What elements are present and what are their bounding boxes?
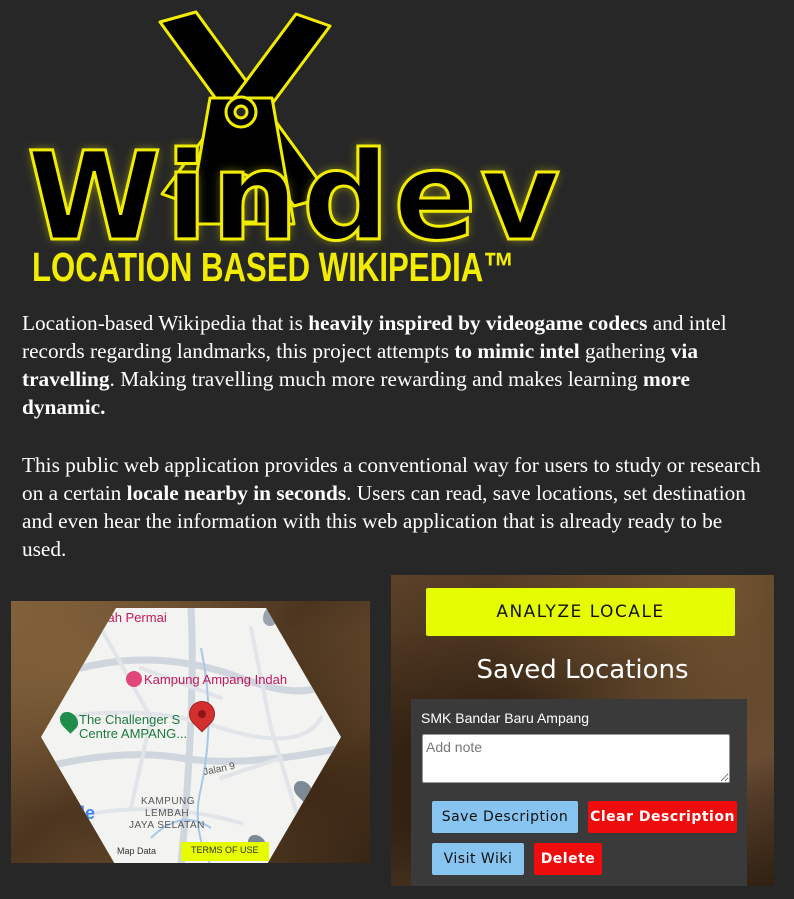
marker-dot bbox=[198, 710, 206, 718]
note-input[interactable] bbox=[422, 734, 730, 783]
emphasis-text: locale nearby in seconds bbox=[126, 481, 347, 505]
analyze-locale-button[interactable]: ANALYZE LOCALE bbox=[426, 588, 735, 636]
logo-wordmark: Windev bbox=[26, 126, 564, 268]
map-label-area: nbah Permai bbox=[93, 610, 167, 625]
map-view[interactable]: nbah Permai Kampung Ampang Indah The Cha… bbox=[41, 608, 341, 863]
visit-wiki-button[interactable]: Visit Wiki bbox=[432, 843, 524, 875]
terms-of-use-link[interactable]: TERMS OF USE bbox=[181, 842, 269, 861]
map-label-area-3: JAYA SELATAN bbox=[129, 820, 205, 831]
description-paragraph-1: Location-based Wikipedia that is heavily… bbox=[22, 309, 762, 421]
body-text: Location-based Wikipedia that is bbox=[22, 311, 309, 335]
body-text: gathering bbox=[579, 339, 671, 363]
locale-panel: ANALYZE LOCALE Saved Locations SMK Banda… bbox=[391, 575, 774, 886]
emphasis-text: heavily inspired by videogame codecs bbox=[308, 311, 648, 335]
delete-button[interactable]: Delete bbox=[534, 843, 602, 875]
saved-location-card: SMK Bandar Baru Ampang Save Description … bbox=[411, 699, 747, 886]
map-data-link[interactable]: Map Data bbox=[117, 846, 156, 856]
map-label-area-1: KAMPUNG bbox=[141, 796, 196, 807]
map-label-area-2: LEMBAH bbox=[145, 808, 190, 819]
pink-poi-icon bbox=[126, 671, 142, 687]
saved-locations-title: Saved Locations bbox=[476, 655, 689, 685]
description-paragraph-2: This public web application provides a c… bbox=[22, 451, 762, 563]
map-label-challenger-2: Centre AMPANG... bbox=[79, 726, 188, 741]
map-panel: nbah Permai Kampung Ampang Indah The Cha… bbox=[11, 601, 370, 863]
map-label-kampung: Kampung Ampang Indah bbox=[144, 672, 288, 687]
emphasis-text: to mimic intel bbox=[454, 339, 580, 363]
body-text: . Making travelling much more rewarding … bbox=[109, 367, 643, 391]
site-logo: Windev LOCATION BASED WIKIPEDIA™ bbox=[0, 0, 794, 300]
saved-location-name: SMK Bandar Baru Ampang bbox=[421, 710, 590, 726]
save-description-button[interactable]: Save Description bbox=[432, 801, 578, 833]
clear-description-button[interactable]: Clear Description bbox=[588, 801, 737, 833]
google-logo: gle bbox=[69, 803, 96, 823]
map-label-challenger-1: The Challenger S bbox=[79, 712, 181, 727]
grey-poi-icon bbox=[263, 608, 277, 626]
tagline: LOCATION BASED WIKIPEDIA™ bbox=[32, 244, 515, 290]
